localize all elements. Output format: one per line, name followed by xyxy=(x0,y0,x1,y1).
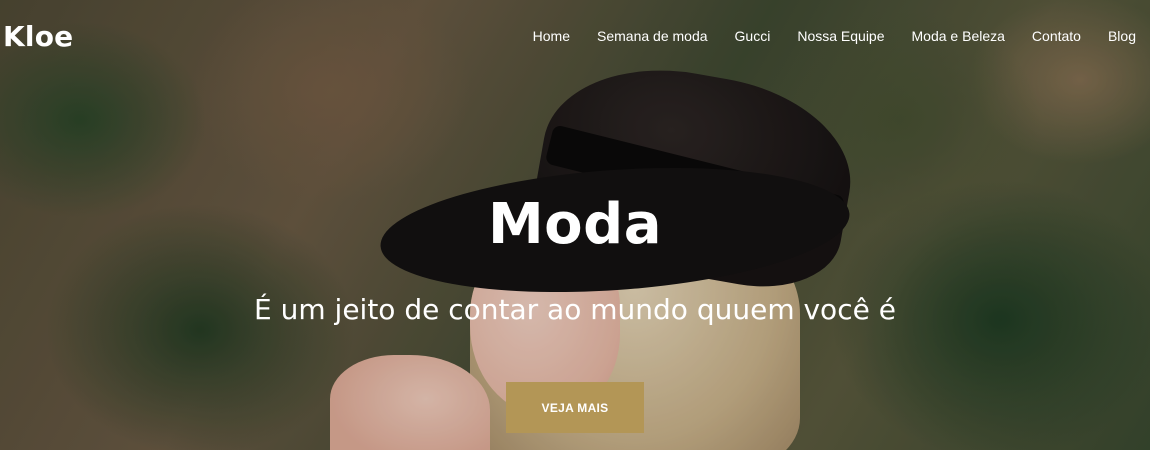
hero-subtitle: É um jeito de contar ao mundo quuem você… xyxy=(254,293,896,326)
hero-title: Moda xyxy=(487,192,663,257)
hero-banner: Kloe Home Semana de moda Gucci Nossa Equ… xyxy=(0,0,1150,450)
nav-item-semana-de-moda[interactable]: Semana de moda xyxy=(570,28,708,44)
nav-item-home[interactable]: Home xyxy=(506,28,570,44)
main-nav: Home Semana de moda Gucci Nossa Equipe M… xyxy=(506,28,1136,44)
site-logo[interactable]: Kloe xyxy=(3,20,73,53)
nav-item-nossa-equipe[interactable]: Nossa Equipe xyxy=(770,28,884,44)
nav-item-moda-e-beleza[interactable]: Moda e Beleza xyxy=(885,28,1005,44)
veja-mais-button[interactable]: VEJA MAIS xyxy=(506,382,644,433)
nav-item-blog[interactable]: Blog xyxy=(1081,28,1136,44)
nav-item-gucci[interactable]: Gucci xyxy=(708,28,771,44)
nav-item-contato[interactable]: Contato xyxy=(1005,28,1081,44)
